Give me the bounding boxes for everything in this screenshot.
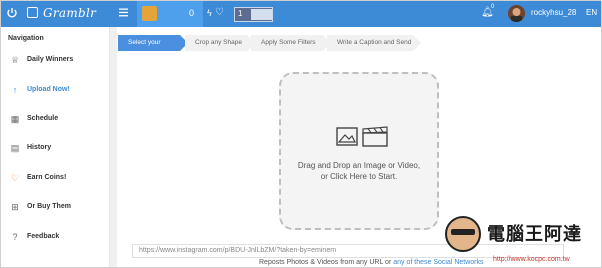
app-window: Gramblr 0 ϟ ♡ 1 🔔︎ 0 rockyhsu_28 EN Navi… (0, 0, 602, 268)
username[interactable]: rockyhsu_28 (531, 8, 576, 17)
sidebar-item-label: Or Buy Them (27, 203, 71, 210)
calendar-icon: ▦ (10, 114, 20, 124)
avatar[interactable] (508, 5, 525, 22)
sidebar-item-daily-winners[interactable]: ♕ Daily Winners (1, 51, 110, 71)
step-crop-shape[interactable]: Crop any Shape (185, 35, 255, 51)
sidebar-item-label: Schedule (27, 115, 59, 122)
sidebar-item-history[interactable]: ▤ History (1, 139, 110, 159)
step-arrow (413, 35, 421, 51)
toggle-number: 1 (238, 9, 243, 18)
heart-icon[interactable]: ♡ (215, 7, 224, 18)
flash-icon[interactable]: ϟ (207, 8, 212, 18)
sidebar-item-earn-coins[interactable]: ♡ Earn Coins! (1, 169, 110, 189)
step-write-caption[interactable]: Write a Caption and Send (327, 35, 421, 51)
trophy-icon: ♕ (10, 55, 20, 65)
gramblr-logo-icon (27, 7, 38, 18)
step-label: Select your Media (128, 39, 161, 62)
notification-count: 0 (491, 4, 495, 10)
feedback-icon: ? (12, 232, 18, 242)
upload-icon: ↑ (12, 85, 18, 95)
coin-count: 0 (188, 8, 194, 18)
media-dropzone[interactable]: Drag and Drop an Image or Video, or Clic… (279, 72, 439, 230)
content-divider (110, 27, 117, 267)
hamburger-menu-icon[interactable] (119, 8, 128, 17)
toggle-knob (251, 9, 272, 20)
dropzone-line-1: Drag and Drop an Image or Video, (297, 161, 421, 170)
site-watermark: 電腦王阿達 http://www.kocpc.com.tw (445, 216, 599, 266)
sidebar: Navigation ♕ Daily Winners ↑ Upload Now!… (1, 27, 110, 267)
dropzone-line-2: or Click Here to Start. (320, 172, 398, 181)
watermark-face-logo (445, 216, 481, 252)
history-icon: ▤ (10, 143, 20, 153)
step-apply-filters[interactable]: Apply Some Filters (251, 35, 331, 51)
nav-title: Navigation (8, 35, 44, 42)
step-label: Crop any Shape (195, 39, 242, 46)
sidebar-item-feedback[interactable]: ? Feedback (1, 228, 110, 248)
language-selector[interactable]: EN (586, 8, 597, 17)
dropzone-text: Drag and Drop an Image or Video, or Clic… (281, 160, 437, 182)
cart-icon: ⊞ (11, 202, 19, 212)
sidebar-item-label: Feedback (27, 233, 60, 240)
image-video-icon (336, 126, 388, 147)
step-label: Apply Some Filters (261, 39, 316, 46)
sidebar-item-upload-now[interactable]: ↑ Upload Now! (1, 81, 110, 101)
toggle-switch[interactable]: 1 (234, 7, 273, 22)
power-icon[interactable] (6, 7, 18, 19)
sidebar-item-label: Earn Coins! (27, 174, 67, 181)
app-logo: Gramblr (43, 6, 97, 20)
top-bar: Gramblr 0 ϟ ♡ 1 🔔︎ 0 rockyhsu_28 EN (1, 1, 601, 27)
watermark-url: http://www.kocpc.com.tw (493, 256, 570, 263)
sidebar-item-label: Daily Winners (27, 56, 74, 63)
sidebar-item-label: History (27, 144, 52, 151)
step-select-media[interactable]: Select your Media (118, 35, 188, 62)
step-label: Write a Caption and Send (337, 39, 412, 46)
coins-display[interactable]: 0 (137, 1, 203, 27)
watermark-title: 電腦王阿達 (487, 224, 582, 244)
heart-icon: ♡ (10, 173, 20, 183)
coins-icon (142, 6, 157, 21)
sidebar-item-label: Upload Now! (27, 86, 70, 93)
repost-text: Reposts Photos & Videos from any URL or (259, 259, 394, 266)
sidebar-item-schedule[interactable]: ▦ Schedule (1, 110, 110, 130)
watermark-glasses (451, 229, 475, 235)
sidebar-item-buy-coins[interactable]: ⊞ Or Buy Them (1, 198, 110, 218)
